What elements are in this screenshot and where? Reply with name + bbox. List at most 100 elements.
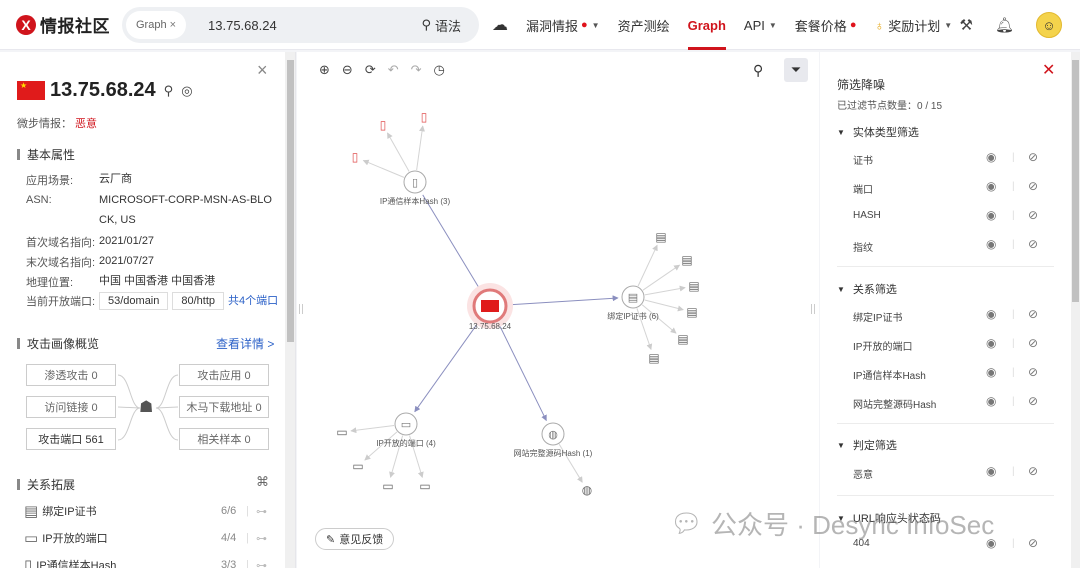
all-ports-link[interactable]: 共4个端口 bbox=[228, 295, 278, 307]
leaf-node-icon[interactable]: ▤ bbox=[648, 351, 659, 365]
tree-expand-icon[interactable]: ⊶ bbox=[256, 505, 267, 518]
graph-canvas[interactable]: 13.75.68.24 ▯ IP通信样本Hash (3) ▤ 绑定IP证书 (6) ▭ IP… bbox=[297, 52, 819, 568]
close-icon[interactable]: × bbox=[257, 60, 268, 81]
search-bar[interactable]: Graph × 13.75.68.24 ⚲ 语法 bbox=[122, 7, 479, 43]
attack-box[interactable]: 攻击应用 0 bbox=[179, 364, 269, 386]
graph-svg[interactable]: 13.75.68.24 ▯ IP通信样本Hash (3) ▤ 绑定IP证书 (6) ▭ IP… bbox=[297, 52, 819, 568]
leaf-node-icon[interactable]: ▯ bbox=[380, 118, 387, 132]
nav-vuln-intel[interactable]: 漏洞情报 ● ▼ bbox=[526, 0, 600, 50]
attack-box[interactable]: 渗透攻击 0 bbox=[26, 364, 116, 386]
hide-eye-icon[interactable]: ⊘ bbox=[1028, 179, 1038, 193]
show-eye-icon[interactable]: ◉ bbox=[986, 150, 996, 164]
hide-eye-icon[interactable]: ⊘ bbox=[1028, 464, 1038, 478]
show-eye-icon[interactable]: ◉ bbox=[986, 536, 996, 550]
relation-item[interactable]: ▭ IP开放的端口 4/4 | ⊶ bbox=[24, 529, 274, 547]
leaf-node-icon[interactable]: ▭ bbox=[419, 479, 430, 493]
hide-eye-icon[interactable]: ⊘ bbox=[1028, 394, 1038, 408]
left-resize-handle[interactable] bbox=[299, 304, 303, 314]
hide-eye-icon[interactable]: ⊘ bbox=[1028, 208, 1038, 222]
right-resize-handle[interactable] bbox=[811, 304, 815, 314]
leaf-node-icon[interactable]: ▤ bbox=[681, 253, 692, 267]
leaf-node-icon[interactable]: ◍ bbox=[582, 483, 593, 497]
leaf-node-icon[interactable]: ▤ bbox=[686, 305, 697, 319]
attack-box[interactable]: 相关样本 0 bbox=[179, 428, 269, 450]
scrollbar-thumb[interactable] bbox=[287, 60, 294, 342]
leaf-node-icon[interactable]: ▤ bbox=[655, 230, 666, 244]
leaf-node-icon[interactable]: ▭ bbox=[382, 479, 393, 493]
show-eye-icon[interactable]: ◉ bbox=[986, 365, 996, 379]
hide-eye-icon[interactable]: ⊘ bbox=[1028, 336, 1038, 350]
collapse-caret-icon[interactable]: ▼ bbox=[837, 441, 845, 450]
tree-expand-icon[interactable]: ⊶ bbox=[256, 559, 267, 568]
relation-item[interactable]: ▯ IP通信样本Hash 3/3 | ⊶ bbox=[24, 556, 274, 568]
filter-group-title[interactable]: ▼ 实体类型筛选 bbox=[837, 124, 919, 140]
filter-group-label: URL响应头状态码 bbox=[852, 513, 941, 525]
attack-box[interactable]: 攻击端口 561 bbox=[26, 428, 116, 450]
tools-icon[interactable]: ⚒ bbox=[960, 16, 973, 34]
filter-group-title[interactable]: ▼ 判定筛选 bbox=[837, 437, 897, 453]
zoom-in-icon[interactable]: ⊕ bbox=[319, 62, 330, 78]
left-scrollbar[interactable] bbox=[285, 52, 295, 568]
show-eye-icon[interactable]: ◉ bbox=[986, 394, 996, 408]
radar-icon[interactable]: ◎ bbox=[181, 83, 192, 99]
relation-item[interactable]: ▤ 绑定IP证书 6/6 | ⊶ bbox=[24, 502, 274, 520]
nav-pricing[interactable]: 套餐价格 ● bbox=[795, 0, 857, 50]
hide-eye-icon[interactable]: ⊘ bbox=[1028, 150, 1038, 164]
search-input[interactable]: 13.75.68.24 bbox=[208, 18, 421, 33]
leaf-node-icon[interactable]: ▤ bbox=[688, 279, 699, 293]
logo[interactable]: X 情报社区 bbox=[16, 12, 121, 37]
chip-close-icon[interactable]: × bbox=[170, 19, 176, 31]
port-chip[interactable]: 80/http bbox=[172, 292, 225, 310]
syntax-button[interactable]: ⚲ 语法 bbox=[421, 16, 461, 35]
nav-rewards[interactable]: ♁ 奖励计划 ▼ bbox=[874, 0, 952, 50]
avatar[interactable]: ☺ bbox=[1036, 12, 1062, 38]
close-filter-icon[interactable]: ✕ bbox=[1042, 60, 1055, 80]
show-eye-icon[interactable]: ◉ bbox=[986, 237, 996, 251]
hide-eye-icon[interactable]: ⊘ bbox=[1028, 237, 1038, 251]
leaf-node-icon[interactable]: ▭ bbox=[352, 459, 363, 473]
show-eye-icon[interactable]: ◉ bbox=[986, 179, 996, 193]
filter-icon[interactable]: ⏷ bbox=[784, 58, 808, 82]
upload-icon[interactable]: ☁ bbox=[492, 0, 508, 50]
graph-search-icon[interactable]: ⚲ bbox=[753, 62, 763, 79]
attack-box[interactable]: 木马下载地址 0 bbox=[179, 396, 269, 418]
leaf-node-icon[interactable]: ▭ bbox=[336, 425, 347, 439]
collapse-caret-icon[interactable]: ▼ bbox=[837, 128, 845, 137]
right-scrollbar[interactable] bbox=[1071, 52, 1080, 568]
nav-graph[interactable]: Graph bbox=[687, 0, 727, 50]
group-node-label: 网站完整源码Hash (1) bbox=[514, 448, 593, 458]
show-eye-icon[interactable]: ◉ bbox=[986, 208, 996, 222]
redo-icon[interactable]: ↷ bbox=[411, 62, 422, 78]
hide-eye-icon[interactable]: ⊘ bbox=[1028, 365, 1038, 379]
leaf-node-icon[interactable]: ▤ bbox=[677, 332, 688, 346]
nav-api[interactable]: API ▼ bbox=[744, 0, 777, 50]
bell-icon[interactable]: 🔔︎ bbox=[995, 16, 1014, 34]
zoom-out-icon[interactable]: ⊖ bbox=[342, 62, 353, 78]
leaf-node-icon[interactable]: ▯ bbox=[421, 110, 428, 124]
hide-eye-icon[interactable]: ⊘ bbox=[1028, 536, 1038, 550]
port-chip[interactable]: 53/domain bbox=[99, 292, 169, 310]
divider: | bbox=[1012, 309, 1015, 320]
filter-group-title[interactable]: ▼ URL响应头状态码 bbox=[837, 510, 941, 526]
hide-eye-icon[interactable]: ⊘ bbox=[1028, 307, 1038, 321]
scrollbar-thumb[interactable] bbox=[1072, 60, 1079, 302]
graph-expand-icon[interactable]: ⌘ bbox=[256, 474, 269, 490]
show-eye-icon[interactable]: ◉ bbox=[986, 336, 996, 350]
filter-row: 404 ◉ | ⊘ bbox=[853, 536, 1043, 550]
show-eye-icon[interactable]: ◉ bbox=[986, 307, 996, 321]
leaf-node-icon[interactable]: ▯ bbox=[352, 150, 359, 164]
show-eye-icon[interactable]: ◉ bbox=[986, 464, 996, 478]
filter-group-title[interactable]: ▼ 关系筛选 bbox=[837, 281, 897, 297]
nav-asset-mapping[interactable]: 资产测绘 bbox=[618, 0, 670, 50]
history-icon[interactable]: ◷ bbox=[434, 62, 445, 78]
feedback-button[interactable]: ✎ 意见反馈 bbox=[315, 528, 395, 550]
fit-view-icon[interactable]: ⟳ bbox=[365, 62, 376, 78]
view-details-link[interactable]: 查看详情 > bbox=[216, 335, 274, 352]
collapse-caret-icon[interactable]: ▼ bbox=[837, 285, 845, 294]
tree-expand-icon[interactable]: ⊶ bbox=[256, 532, 267, 545]
search-icon[interactable]: ⚲ bbox=[164, 83, 174, 99]
collapse-caret-icon[interactable]: ▼ bbox=[837, 514, 845, 523]
attack-box[interactable]: 访问链接 0 bbox=[26, 396, 116, 418]
undo-icon[interactable]: ↶ bbox=[388, 62, 399, 78]
search-type-chip[interactable]: Graph × bbox=[126, 11, 187, 39]
